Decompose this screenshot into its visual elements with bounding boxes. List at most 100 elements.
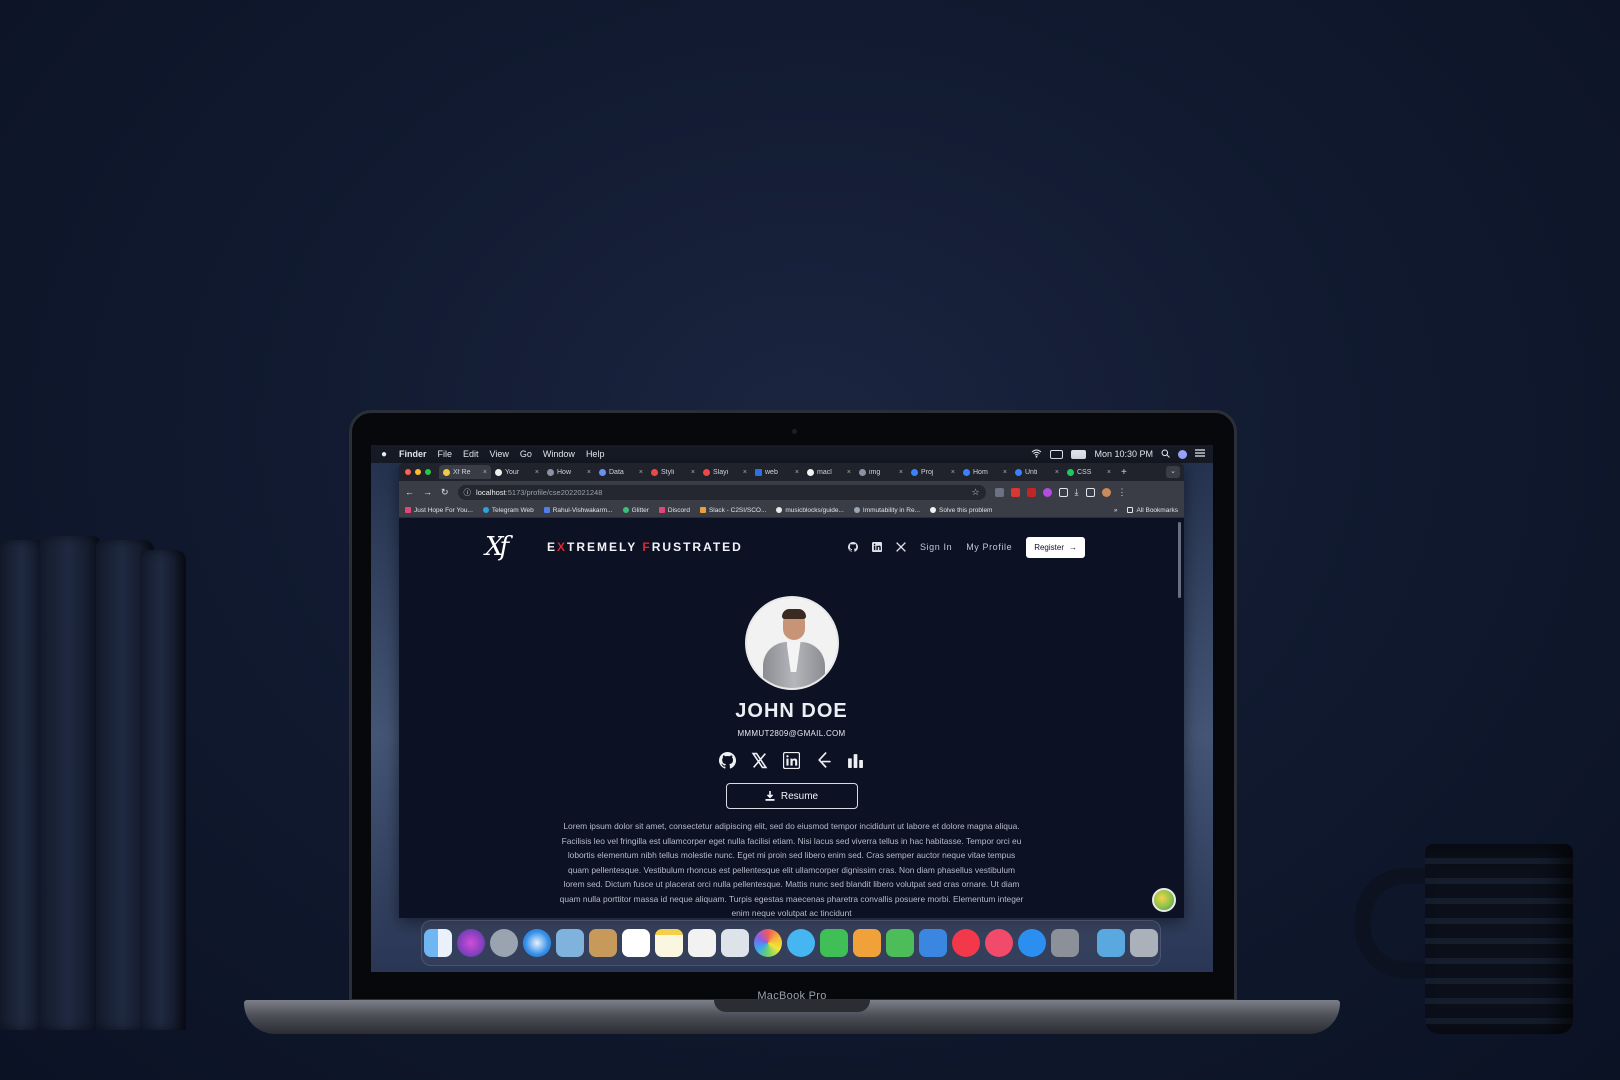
apple-icon[interactable]: ● [379,449,389,460]
bookmarks-overflow-button[interactable]: » [1114,507,1118,514]
profile-avatar-icon[interactable] [1101,487,1111,497]
reminders-icon[interactable] [688,929,716,957]
extension-icon[interactable] [1026,487,1036,497]
extension-icon[interactable] [994,487,1004,497]
tab-close-icon[interactable]: × [795,469,799,476]
address-bar[interactable]: ⓘ localhost:5173/profile/cse2022021248 ☆ [457,484,986,500]
site-info-icon[interactable]: ⓘ [464,487,472,498]
keynote-icon[interactable] [919,929,947,957]
tab[interactable]: CSS × [1063,465,1115,479]
music-icon[interactable] [985,929,1013,957]
bookmark-item[interactable]: Immutability in Re... [853,507,920,514]
launchpad-icon[interactable] [490,929,518,957]
menu-clock[interactable]: Mon 10:30 PM [1094,449,1153,459]
numbers-icon[interactable] [886,929,914,957]
site-brand-name[interactable]: EXTREMELY FRUSTRATED [547,540,743,554]
extensions-puzzle-icon[interactable] [1058,487,1068,497]
my-profile-link[interactable]: My Profile [966,542,1012,552]
tab-active[interactable]: Xf Re × [439,465,491,479]
trash-icon[interactable] [1130,929,1158,957]
x-twitter-icon[interactable] [751,752,768,769]
resume-download-button[interactable]: Resume [725,783,858,809]
bookmark-item[interactable]: Slack - C2SI/SCO... [699,507,766,514]
bookmark-item[interactable]: Glitter [622,507,649,514]
new-tab-plus-icon[interactable]: + [1121,467,1127,478]
tab-close-icon[interactable]: × [483,469,487,476]
facetime-icon[interactable] [820,929,848,957]
tab[interactable]: Proj × [907,465,959,479]
photo-booth-icon[interactable] [721,929,749,957]
page-scrollbar[interactable] [1178,522,1181,598]
safari-icon[interactable] [523,929,551,957]
side-panel-icon[interactable] [1085,487,1095,497]
battery-icon[interactable] [1071,449,1087,459]
site-logo[interactable]: Xf [485,532,531,562]
back-arrow-icon[interactable]: ← [405,487,414,497]
calendar-icon[interactable] [622,929,650,957]
minimize-window-button[interactable] [415,469,421,475]
extension-icon[interactable] [1042,487,1052,497]
app-store-icon[interactable] [1018,929,1046,957]
linkedin-icon[interactable] [783,752,800,769]
bookmark-item[interactable]: Discord [658,507,690,514]
siri-icon[interactable] [457,929,485,957]
tab-close-icon[interactable]: × [691,469,695,476]
menu-help[interactable]: Help [586,449,605,459]
tab-close-icon[interactable]: × [1055,469,1059,476]
tab-close-icon[interactable]: × [639,469,643,476]
system-preferences-icon[interactable] [1051,929,1079,957]
news-icon[interactable] [952,929,980,957]
menu-file[interactable]: File [438,449,453,459]
tab-search-chevron-icon[interactable]: ⌄ [1166,466,1180,478]
tab[interactable]: img × [855,465,907,479]
control-center-icon[interactable] [1195,449,1205,459]
notes-icon[interactable] [655,929,683,957]
tab-close-icon[interactable]: × [587,469,591,476]
tab-close-icon[interactable]: × [847,469,851,476]
reload-icon[interactable]: ↻ [441,487,449,498]
bookmark-item[interactable]: Solve this problem [930,507,992,514]
browser-menu-icon[interactable]: ⋮ [1118,487,1127,498]
all-bookmarks-folder[interactable]: All Bookmarks [1127,507,1178,514]
messages-icon[interactable] [787,929,815,957]
tab[interactable]: Data × [595,465,647,479]
bookmark-item[interactable]: Just Hope For You... [405,507,473,514]
tab-close-icon[interactable]: × [1107,469,1111,476]
tab-close-icon[interactable]: × [899,469,903,476]
wifi-icon[interactable] [1031,449,1042,460]
bookmark-item[interactable]: Telegram Web [482,507,534,514]
airplay-icon[interactable] [1050,449,1064,459]
linkedin-icon[interactable] [871,542,882,552]
tab[interactable]: Slayi × [699,465,751,479]
download-icon[interactable]: ⤓ [1075,487,1079,498]
tab[interactable]: Unti × [1011,465,1063,479]
menu-edit[interactable]: Edit [463,449,479,459]
downloads-folder-icon[interactable] [1097,929,1125,957]
menu-app-name[interactable]: Finder [399,449,427,459]
leetcode-icon[interactable] [815,752,832,769]
menu-view[interactable]: View [490,449,509,459]
bookmark-item[interactable]: musicblocks/guide... [776,507,844,514]
tab[interactable]: Styli × [647,465,699,479]
menu-window[interactable]: Window [543,449,575,459]
github-icon[interactable] [848,542,858,552]
notebook-icon[interactable] [589,929,617,957]
tab-close-icon[interactable]: × [1003,469,1007,476]
tab[interactable]: macl × [803,465,855,479]
tab[interactable]: Your × [491,465,543,479]
preview-icon[interactable] [556,929,584,957]
tab[interactable]: How × [543,465,595,479]
finder-icon[interactable] [424,929,452,957]
tab-close-icon[interactable]: × [743,469,747,476]
bookmark-star-icon[interactable]: ☆ [971,487,979,498]
sign-in-link[interactable]: Sign In [920,542,952,552]
siri-icon[interactable] [1178,449,1187,459]
github-icon[interactable] [719,752,736,769]
bookmark-item[interactable]: Rahul-Vishwakarm... [543,507,613,514]
tab[interactable]: Hom × [959,465,1011,479]
spotlight-search-icon[interactable] [1161,449,1170,460]
menu-go[interactable]: Go [520,449,532,459]
tab-close-icon[interactable]: × [951,469,955,476]
tab[interactable]: web × [751,465,803,479]
x-twitter-icon[interactable] [896,542,906,552]
